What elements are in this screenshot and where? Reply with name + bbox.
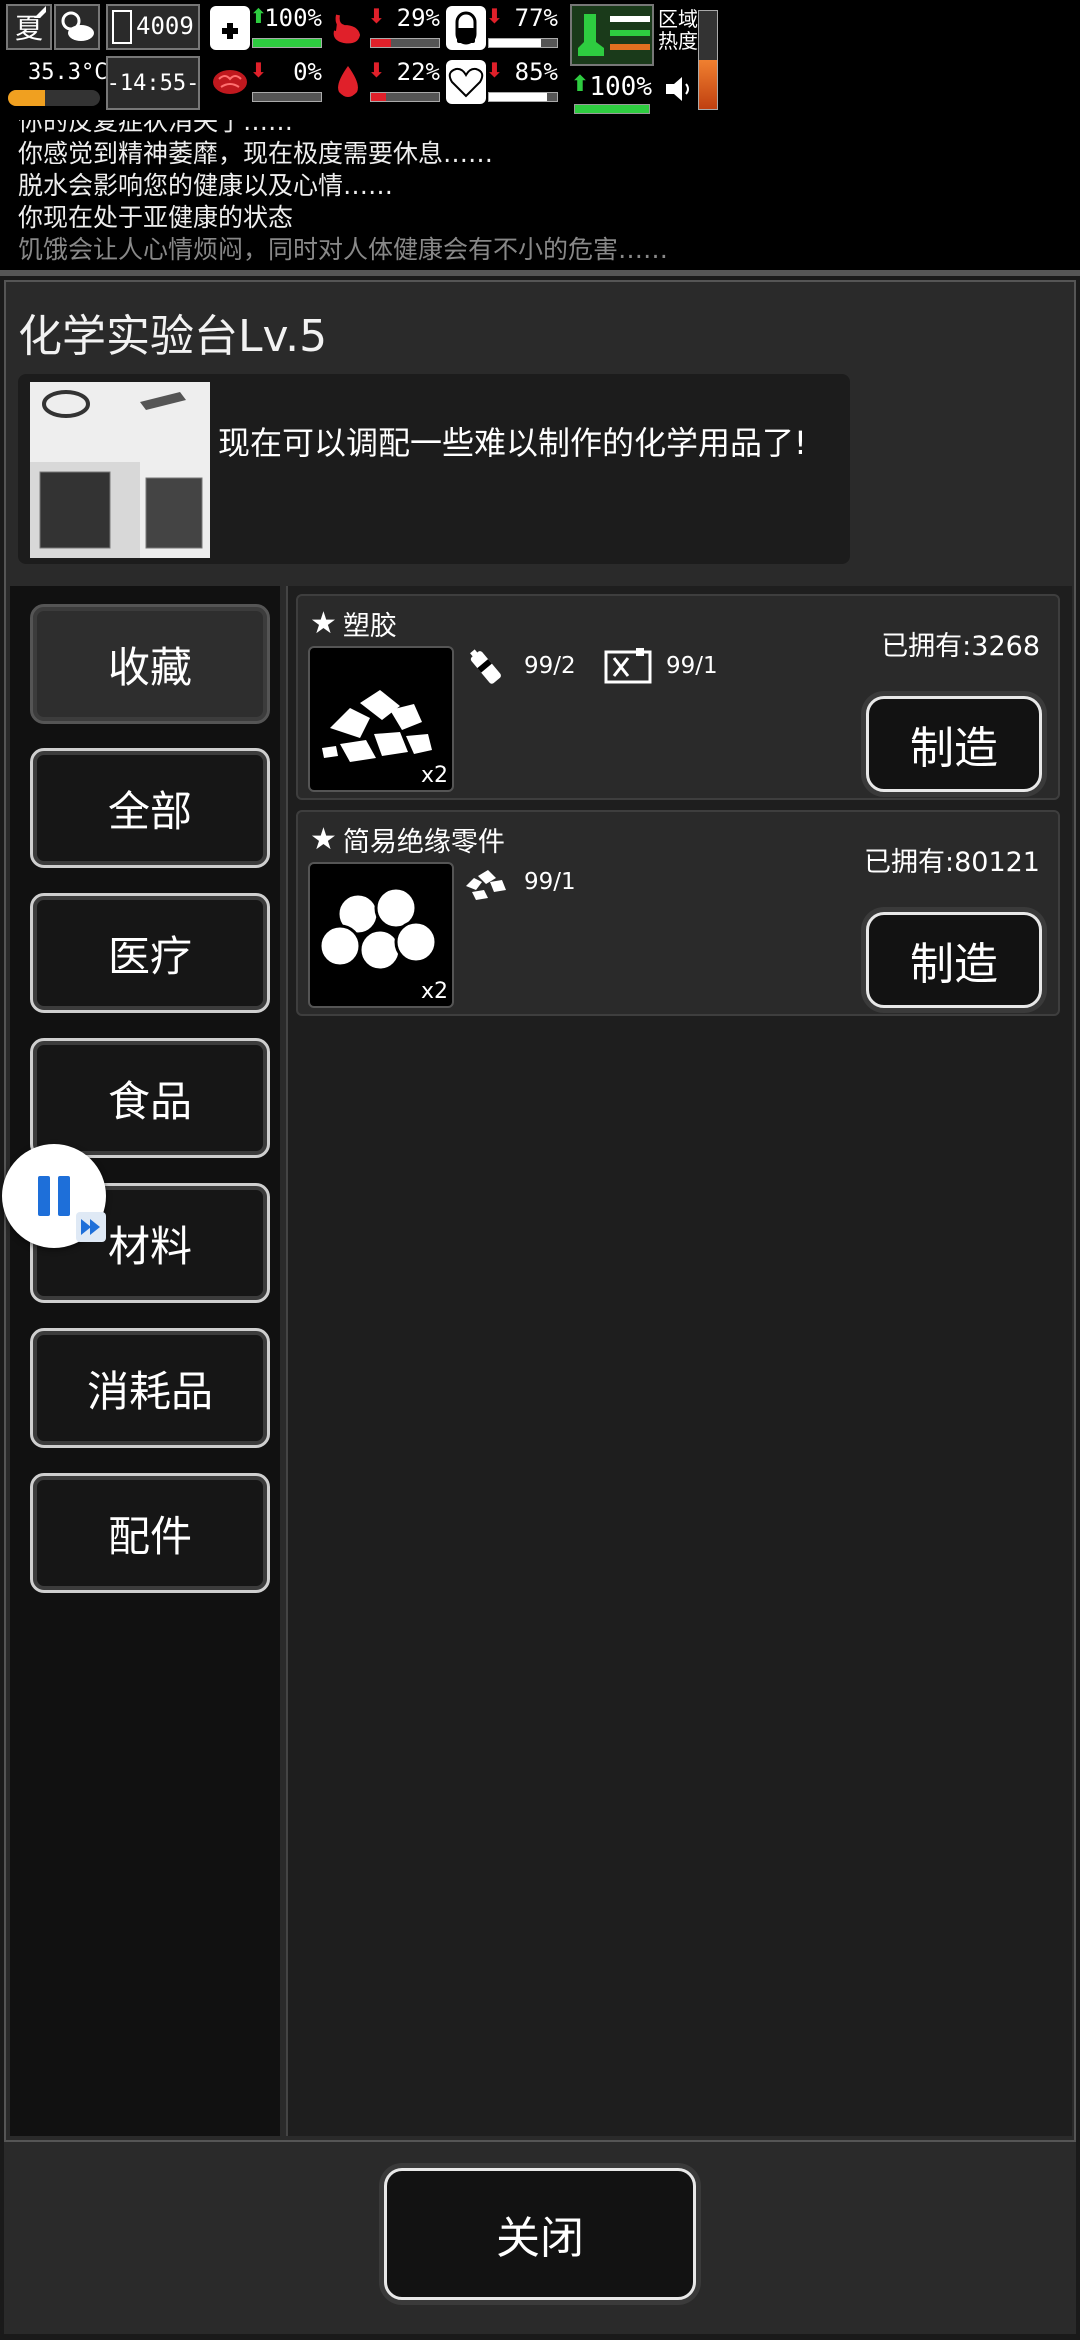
temperature-value: 35.3°C: [28, 60, 108, 85]
category-medical[interactable]: 医疗: [30, 893, 270, 1013]
category-attachments[interactable]: 配件: [30, 1473, 270, 1593]
recipe-title: ★ 塑胶: [310, 604, 397, 643]
bottle-icon: [462, 646, 510, 686]
favorite-star-icon[interactable]: ★: [310, 606, 337, 641]
trend-down-icon: ⬇: [250, 58, 267, 82]
zone-heat-label: 区域热度: [658, 7, 698, 53]
recipe-list: ★ 塑胶 已拥有:3268 x2 99/2 99/1 制造 ★ 简易绝缘零件 已…: [286, 586, 1072, 2136]
stats-grid: ⬆ 100% ⬇ 29% ⬇ 77% ⬇ 0% ⬇ 22% ⬇ 85%: [210, 4, 566, 114]
fast-forward-icon[interactable]: [76, 1212, 106, 1242]
boot-icon: [576, 12, 606, 58]
partly-cloudy-icon: [54, 4, 100, 50]
stamina-stat: ⬆ 100%: [570, 68, 654, 114]
trend-down-icon: ⬇: [486, 4, 503, 28]
station-description: 现在可以调配一些难以制作的化学用品了!: [218, 424, 807, 462]
material-count: 99/1: [666, 653, 718, 679]
recipe-title: ★ 简易绝缘零件: [310, 820, 505, 859]
trend-up-icon: ⬆: [570, 72, 590, 97]
category-consumables[interactable]: 消耗品: [30, 1328, 270, 1448]
material-requirement: 99/1: [462, 862, 576, 902]
craft-button[interactable]: 制造: [866, 696, 1042, 792]
plastic-pile-icon: [462, 862, 510, 902]
pill-icon: [446, 6, 486, 50]
log-line: 你的反复症状消失了……: [18, 120, 294, 136]
stat-value: 77%: [514, 4, 558, 32]
stat-cell: ⬆ 100%: [210, 4, 326, 56]
message-log: 你的反复症状消失了…… 你感觉到精神萎靡，现在极度需要休息…… 脱水会影响您的健…: [0, 120, 1080, 270]
plastic-pile-icon: x2: [308, 646, 454, 792]
season-corner-icon: [30, 2, 50, 22]
owned-count: 已拥有:80121: [864, 847, 1040, 878]
stamina-panel: [570, 4, 654, 66]
log-line: 脱水会影响您的健康以及心情……: [18, 171, 394, 200]
trend-down-icon: ⬇: [368, 58, 385, 82]
category-favorites[interactable]: 收藏: [30, 604, 270, 724]
stat-value: 85%: [514, 58, 558, 86]
log-line: 你现在处于亚健康的状态: [18, 203, 294, 232]
log-divider: [0, 270, 1080, 276]
stat-value: 22%: [396, 58, 440, 86]
brain-icon: [210, 60, 250, 104]
pause-icon: [38, 1176, 70, 1216]
close-button[interactable]: 关闭: [384, 2168, 696, 2300]
output-quantity: x2: [420, 763, 448, 788]
stat-value: 29%: [396, 4, 440, 32]
station-title: 化学实验台Lv.5: [18, 311, 328, 362]
stat-bar: [488, 92, 558, 102]
material-requirement: 99/2: [462, 646, 576, 686]
zone-heat-meter: [698, 10, 718, 110]
stat-cell: ⬇ 0%: [210, 58, 326, 110]
status-hud: 夏 35.3°C 4009 -14:55- ⬆ 100% ⬇ 29% ⬇ 77% ⬇ 0% ⬇ 2…: [0, 0, 1080, 120]
stomach-icon: [328, 6, 368, 50]
trend-down-icon: ⬇: [486, 58, 503, 82]
recipe-card: ★ 塑胶 已拥有:3268 x2 99/2 99/1 制造: [296, 594, 1060, 800]
recipe-name: 塑胶: [342, 611, 397, 642]
category-food[interactable]: 食品: [30, 1038, 270, 1158]
trend-down-icon: ⬇: [368, 4, 385, 28]
stat-bar: [370, 92, 440, 102]
stat-cell: ⬇ 22%: [328, 58, 444, 110]
stat-value: 0%: [293, 58, 322, 86]
category-sidebar: 收藏 全部 医疗 食品 材料 消耗品 配件: [10, 586, 280, 2136]
stat-bar: [252, 38, 322, 48]
favorite-star-icon[interactable]: ★: [310, 822, 337, 857]
insulator-parts-icon: x2: [308, 862, 454, 1008]
temperature-bar: [8, 90, 100, 106]
stamina-bar: [574, 104, 650, 114]
material-count: 99/2: [524, 653, 576, 679]
temperature-panel: 35.3°C: [8, 56, 108, 114]
log-line: 饥饿会让人心情烦闷，同时对人体健康会有不小的危害……: [18, 235, 669, 264]
stat-cell: ⬇ 77%: [446, 4, 562, 56]
stat-bar: [252, 92, 322, 102]
material-count: 99/1: [524, 869, 576, 895]
recipe-name: 简易绝缘零件: [342, 827, 505, 858]
material-requirement: 99/1: [604, 646, 718, 686]
stat-bar: [488, 38, 558, 48]
log-line: 你感觉到精神萎靡，现在极度需要休息……: [18, 139, 494, 168]
stat-cell: ⬇ 29%: [328, 4, 444, 56]
stat-value: 100%: [264, 4, 322, 32]
chemistry-bench-image: [30, 382, 210, 558]
fuel-can-icon: [604, 646, 652, 686]
owned-count: 已拥有:3268: [881, 631, 1040, 662]
stat-bar: [370, 38, 440, 48]
heart-icon: [446, 60, 486, 104]
water-drop-icon: [328, 60, 368, 104]
output-quantity: x2: [420, 979, 448, 1004]
medkit-icon: [210, 6, 250, 50]
craft-button[interactable]: 制造: [866, 912, 1042, 1008]
stamina-value: 100%: [589, 72, 652, 102]
clock-display: -14:55-: [106, 56, 200, 110]
calendar-icon: [112, 10, 132, 44]
category-all[interactable]: 全部: [30, 748, 270, 868]
day-counter: 4009: [106, 4, 200, 50]
stat-cell: ⬇ 85%: [446, 58, 562, 110]
day-value: 4009: [136, 12, 194, 40]
recipe-card: ★ 简易绝缘零件 已拥有:80121 x2 99/1 制造: [296, 810, 1060, 1016]
speaker-icon[interactable]: [664, 74, 694, 104]
